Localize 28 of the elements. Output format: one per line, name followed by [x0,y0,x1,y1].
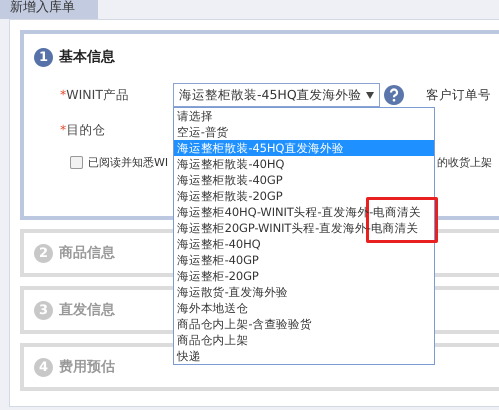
dropdown-option[interactable]: 海运散货-直发海外验 [174,284,434,300]
product-select[interactable]: 海运整柜散装-45HQ直发海外验 [173,83,380,107]
dropdown-option[interactable]: 空运-普货 [174,124,434,140]
dropdown-option[interactable]: 海运整柜散装-20GP [174,188,434,204]
page-tab[interactable]: 新增入库单 [0,0,98,19]
help-icon[interactable] [384,85,404,105]
field-label: *目的仓 [60,122,106,138]
field-label: 客户订单号 [426,86,491,104]
checkbox[interactable] [70,156,83,168]
dropdown-option[interactable]: 海运整柜-40HQ [174,236,434,252]
field-label: *WINIT产品 [60,86,130,104]
dropdown-option[interactable]: 海运整柜-40GP [174,252,434,268]
dropdown-option[interactable]: 请选择 [174,108,434,124]
dropdown-option[interactable]: 商品仓内上架 [174,332,434,348]
dropdown-option[interactable]: 商品仓内上架-含查验验货 [174,316,434,332]
section-title: 直发信息 [59,301,115,319]
dropdown-option[interactable]: 海外本地送仓 [174,300,434,316]
dropdown-option[interactable]: 海运整柜-20GP [174,268,434,284]
agreement-text: 已阅读并知悉WI [88,154,168,170]
section-title: 商品信息 [59,244,115,262]
caret-icon [366,92,374,98]
dropdown-option[interactable]: 快递 [174,348,434,364]
agreement-text: 的收货上架 [437,154,492,170]
section-title: 基本信息 [59,48,115,66]
section-title: 费用预估 [59,358,115,376]
dropdown-option[interactable]: 海运整柜散装-40GP [174,172,434,188]
step-number: 1 [34,48,53,66]
dropdown-option[interactable]: 海运整柜散装-40HQ [174,156,434,172]
